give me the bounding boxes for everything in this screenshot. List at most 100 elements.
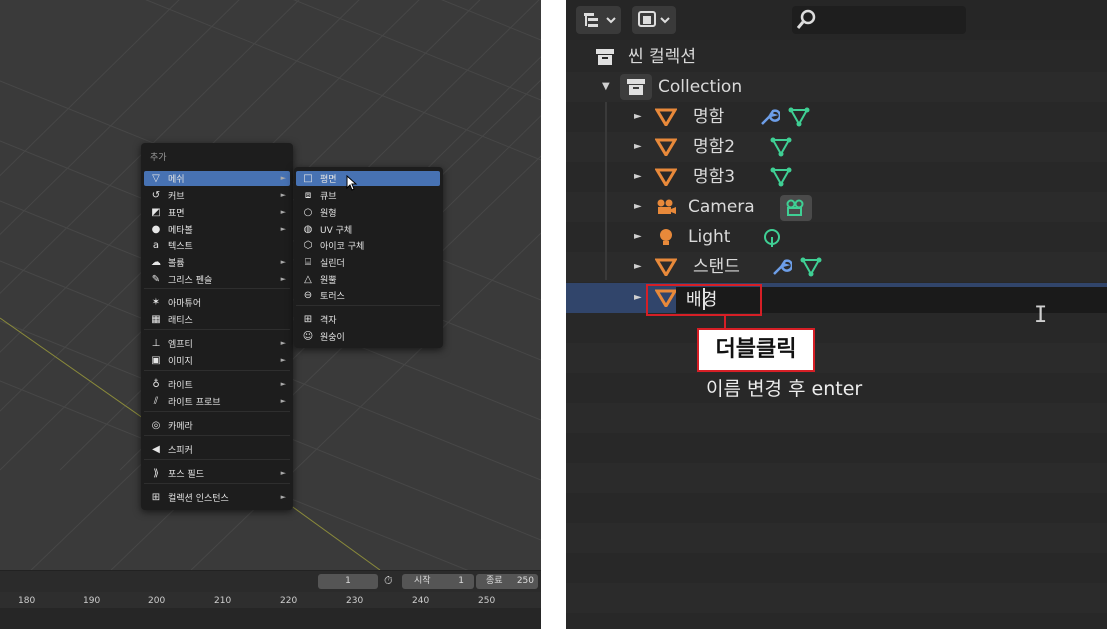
object-name: 명함3 [693, 167, 736, 187]
submenu-arrow-icon: ► [280, 225, 286, 233]
mesh-menu-item[interactable]: ◍ UV 구체 [296, 222, 440, 237]
search-input[interactable] [792, 6, 966, 34]
mesh-menu-item-label: 원뿔 [320, 276, 337, 286]
add-menu-item[interactable]: ◎ 카메라 [144, 418, 290, 433]
expand-arrow-icon[interactable]: ► [634, 102, 642, 132]
mesh-menu-item[interactable]: ⬡ 아이코 구체 [296, 238, 440, 253]
add-menu-item[interactable]: ▽ 메쉬 ► [144, 171, 290, 186]
collapse-arrow-icon[interactable]: ▼ [602, 72, 610, 102]
mesh-menu-item[interactable]: ⊞ 격자 [296, 312, 440, 327]
torus-icon: ⊖ [303, 290, 313, 301]
add-menu-item-label: 그리스 펜슬 [168, 276, 213, 286]
mesh-menu-item-label: 격자 [320, 316, 337, 326]
mesh-menu-item[interactable]: ☺ 원숭이 [296, 329, 440, 344]
object-name: Light [688, 227, 731, 247]
add-menu-item[interactable]: ✎ 그리스 펜슬 ► [144, 272, 290, 287]
expand-arrow-icon[interactable]: ► [634, 283, 642, 313]
mesh-menu-item[interactable]: ⧈ 큐브 [296, 188, 440, 203]
object-name: 스탠드 [693, 257, 740, 277]
add-menu-item[interactable]: ▦ 래티스 [144, 312, 290, 327]
outliner-object-row[interactable]: ► 명함2 [566, 132, 1107, 162]
mesh-menu-item-label: 큐브 [320, 192, 337, 202]
ruler-tick: 220 [280, 596, 298, 606]
mesh-menu-item[interactable]: ⌸ 실린더 [296, 255, 440, 270]
mesh-object-icon [655, 168, 677, 186]
current-frame-field[interactable]: 1 [318, 574, 378, 589]
monkey-icon: ☺ [302, 331, 314, 342]
wrench-modifier-icon[interactable] [770, 257, 792, 277]
mesh-menu-item[interactable]: ⊖ 토러스 [296, 288, 440, 303]
collection-instance-icon: ⊞ [151, 492, 161, 503]
mesh-data-icon[interactable] [770, 137, 792, 157]
stopwatch-icon[interactable]: ⏱ [384, 574, 393, 588]
add-menu-item-label: 래티스 [168, 316, 193, 326]
highlight-box [646, 284, 762, 316]
submenu-arrow-icon: ► [280, 356, 286, 364]
mesh-menu-item[interactable]: □ 평면 [296, 171, 440, 186]
collection-icon [627, 79, 645, 95]
mesh-data-icon[interactable] [800, 257, 822, 277]
object-name: 명함 [693, 107, 725, 127]
ruler-tick: 230 [346, 596, 364, 606]
expand-arrow-icon[interactable]: ► [634, 222, 642, 252]
end-frame-field[interactable]: 종료 250 [476, 574, 538, 589]
object-name: 명함2 [693, 137, 736, 157]
mesh-submenu: □ 평면 ⧈ 큐브 ○ 원형 ◍ UV 구체 ⬡ 아이코 구체 ⌸ 실린더 △ 원뿔 ⊖ 토러스 ⊞ 격자 ☺ 원숭이 [294, 167, 443, 348]
wrench-modifier-icon[interactable] [758, 107, 780, 127]
mesh-object-icon [655, 138, 677, 156]
add-menu-item[interactable]: ● 메타볼 ► [144, 222, 290, 237]
menu-separator [144, 483, 290, 484]
submenu-arrow-icon: ► [280, 258, 286, 266]
mesh-menu-item[interactable]: △ 원뿔 [296, 272, 440, 287]
add-menu-item[interactable]: ↺ 커브 ► [144, 188, 290, 203]
add-menu-item[interactable]: ⊥ 엠프티 ► [144, 336, 290, 351]
add-menu-item[interactable]: ◀ 스피커 [144, 442, 290, 457]
add-menu-item[interactable]: a 텍스트 [144, 238, 290, 253]
ruler-tick: 180 [18, 596, 36, 606]
expand-arrow-icon[interactable]: ► [634, 192, 642, 222]
light-data-icon[interactable] [761, 227, 783, 249]
expand-arrow-icon[interactable]: ► [634, 252, 642, 282]
outliner-object-row[interactable]: ► 명함3 [566, 162, 1107, 192]
callout-label: 더블클릭 [697, 328, 815, 372]
submenu-arrow-icon: ► [280, 275, 286, 283]
add-menu-item[interactable]: ♁ 라이트 ► [144, 377, 290, 392]
outliner-object-row[interactable]: ► Light [566, 222, 1107, 252]
start-frame-field[interactable]: 시작 1 [402, 574, 474, 589]
add-menu-item-label: 카메라 [168, 422, 193, 432]
add-menu-item-label: 표면 [168, 209, 185, 219]
speaker-icon: ◀ [152, 444, 160, 455]
ruler-tick: 240 [412, 596, 430, 606]
add-menu-item[interactable]: ◩ 표면 ► [144, 205, 290, 220]
outliner-object-row[interactable]: ► 스탠드 [566, 252, 1107, 282]
outliner-object-row[interactable]: ► Camera [566, 192, 1107, 222]
mesh-data-icon[interactable] [770, 167, 792, 187]
scene-collection-row[interactable]: 씬 컬렉션 [566, 42, 1107, 72]
add-menu-item[interactable]: ✶ 아마튜어 [144, 295, 290, 310]
cylinder-icon: ⌸ [305, 257, 311, 268]
add-menu-item[interactable]: ☁ 볼륨 ► [144, 255, 290, 270]
collection-row[interactable]: ▼ Collection [566, 72, 1107, 102]
expand-arrow-icon[interactable]: ► [634, 162, 642, 192]
add-menu-item[interactable]: ⫽ 라이트 프로브 ► [144, 394, 290, 409]
timeline-ruler[interactable]: 180 190 200 210 220 230 240 250 [0, 592, 541, 629]
mesh-menu-item-label: 실린더 [320, 259, 345, 269]
surface-icon: ◩ [151, 207, 161, 218]
display-mode-dropdown[interactable] [576, 6, 621, 34]
expand-arrow-icon[interactable]: ► [634, 132, 642, 162]
add-menu-item[interactable]: ⟫ 포스 필드 ► [144, 466, 290, 481]
mesh-data-icon[interactable] [788, 107, 810, 127]
circle-icon: ○ [303, 207, 313, 218]
ruler-tick: 190 [83, 596, 101, 606]
add-menu-item[interactable]: ▣ 이미지 ► [144, 353, 290, 368]
metaball-icon: ● [151, 224, 161, 235]
mesh-menu-item[interactable]: ○ 원형 [296, 205, 440, 220]
3d-viewport[interactable]: 추가 ▽ 메쉬 ► ↺ 커브 ► ◩ 표면 ► ● 메타볼 ► a 텍스트 ☁ 볼륨 ► ✎ 그리스 펜슬 ► ✶ 아마튜… [0, 0, 541, 570]
add-menu-item[interactable]: ⊞ 컬렉션 인스턴스 ► [144, 490, 290, 505]
submenu-arrow-icon: ► [280, 397, 286, 405]
camera-data-icon[interactable] [784, 198, 808, 218]
add-menu-item-label: 엠프티 [168, 340, 193, 350]
ruler-tick: 210 [214, 596, 232, 606]
filter-dropdown[interactable] [632, 6, 676, 34]
outliner-object-row[interactable]: ► 명함 [566, 102, 1107, 132]
